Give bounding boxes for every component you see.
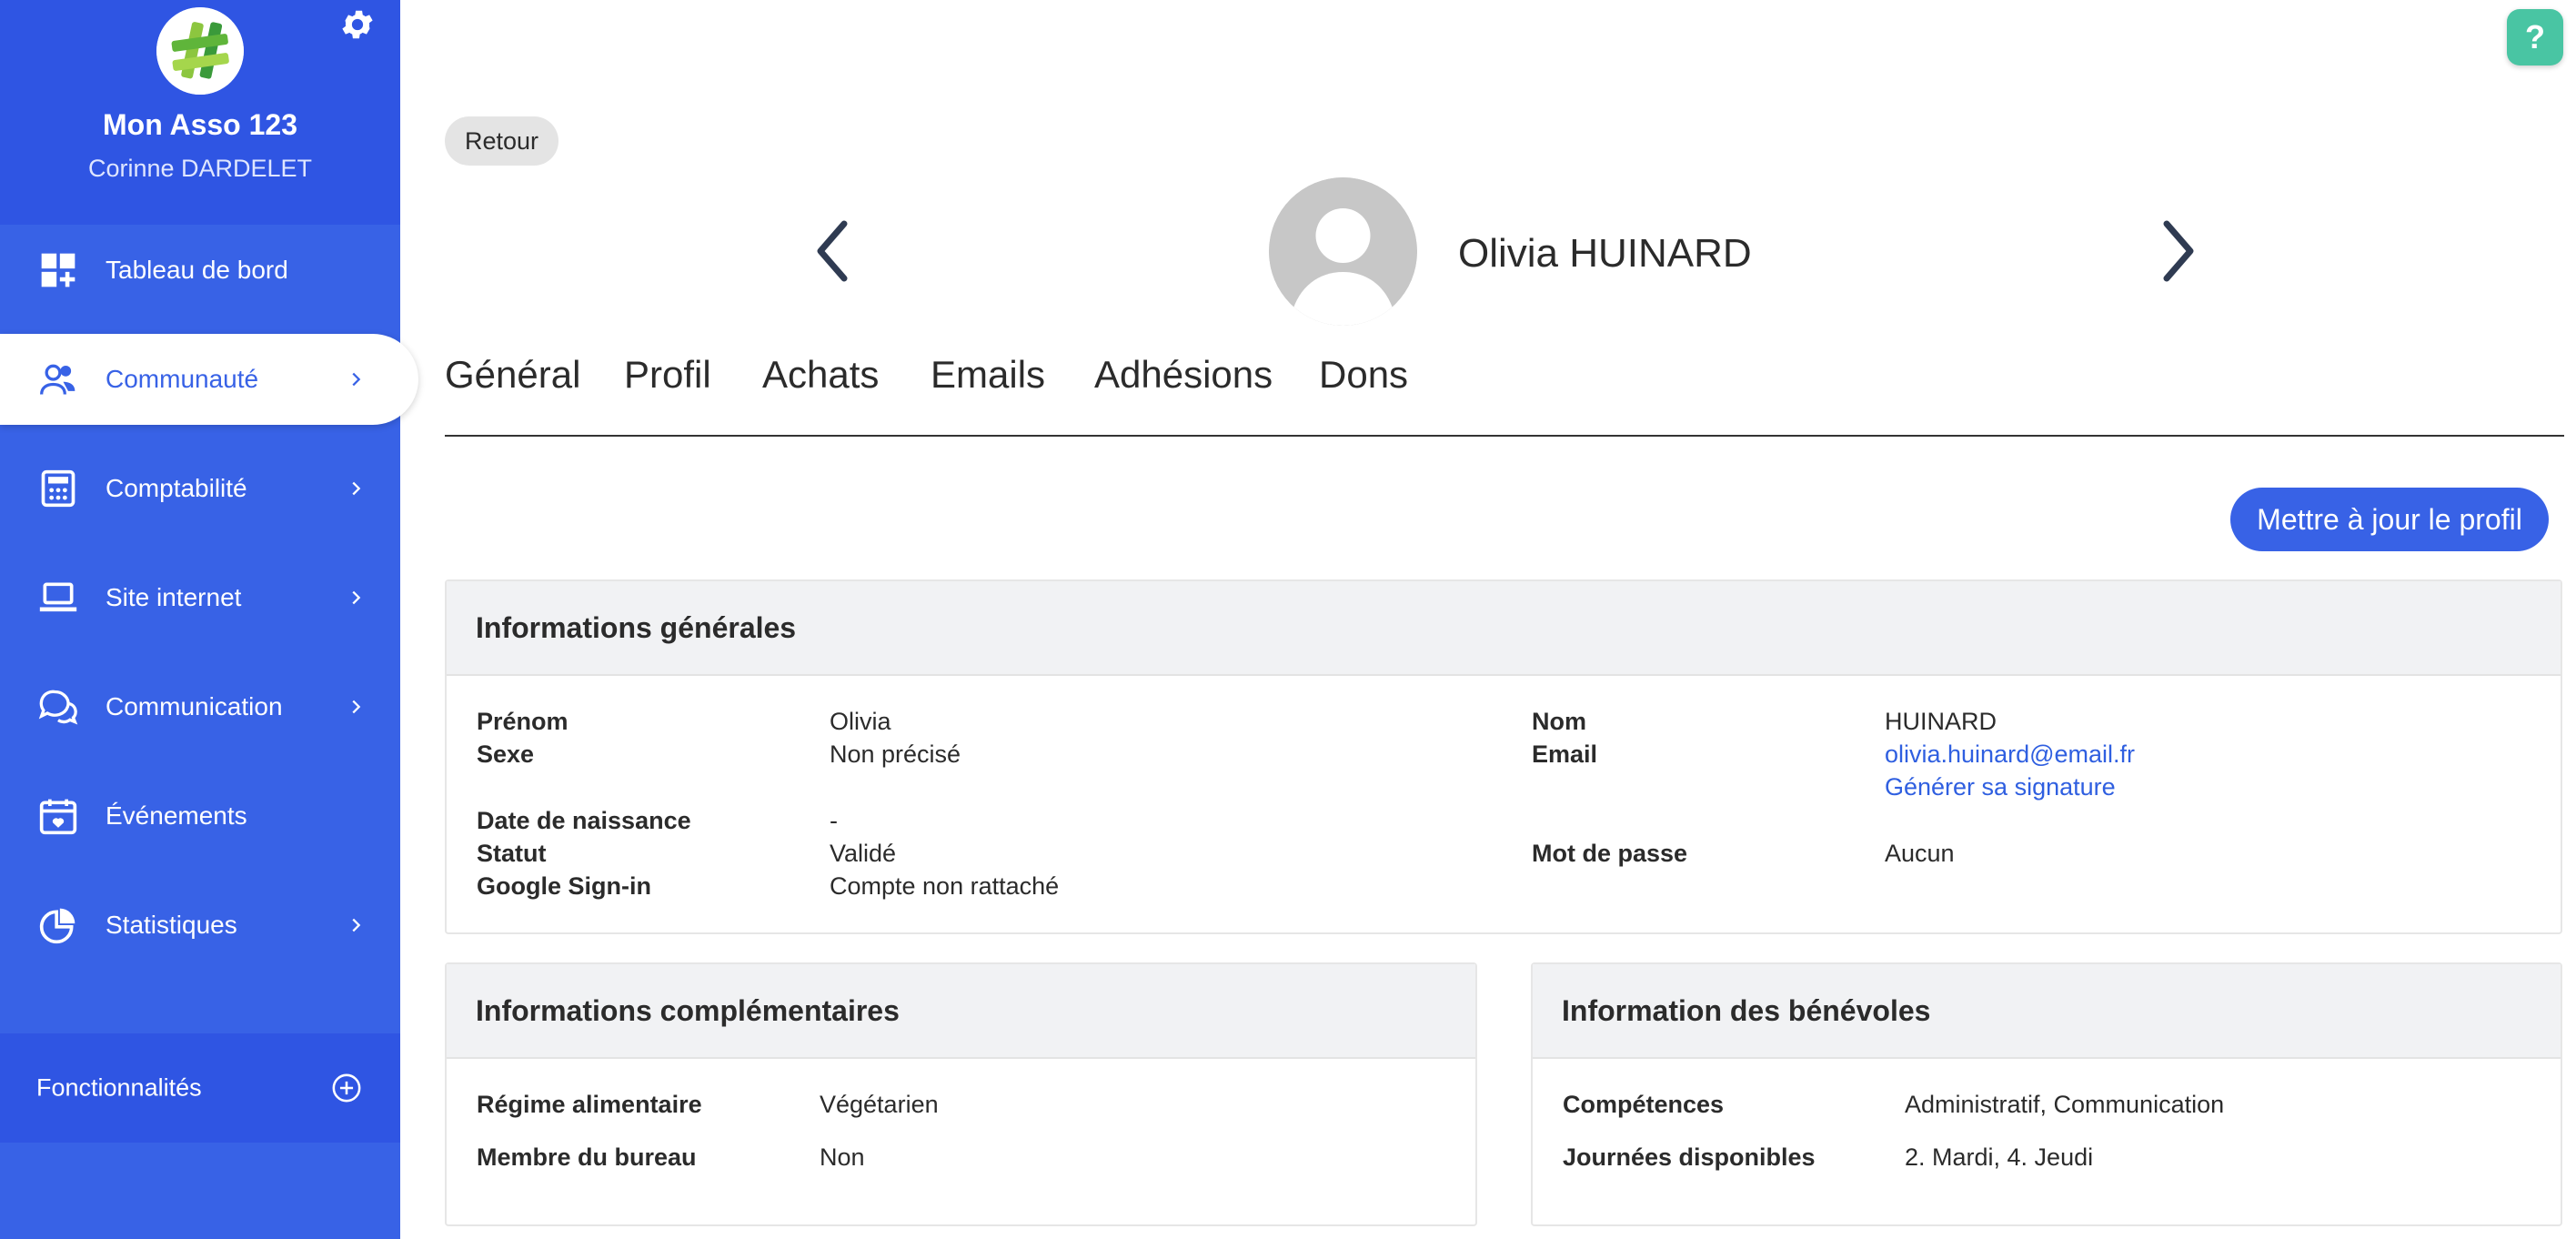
laptop-icon	[39, 582, 77, 612]
sidebar-item-label: Événements	[106, 801, 247, 830]
sidebar-item-communication[interactable]: Communication	[0, 661, 400, 752]
chevron-right-icon	[2163, 220, 2194, 282]
organization-name: Mon Asso 123	[103, 108, 297, 141]
sidebar-item-tableau-de-bord[interactable]: Tableau de bord	[0, 225, 400, 316]
chevron-right-icon	[352, 372, 361, 387]
field-value-statut: Validé	[830, 840, 897, 867]
field-value-journees: 2. Mardi, 4. Jeudi	[1905, 1143, 2094, 1171]
sidebar-header: Mon Asso 123 Corinne DARDELET	[0, 0, 400, 225]
calendar-icon	[39, 799, 77, 835]
field-label-journees: Journées disponibles	[1563, 1143, 1816, 1171]
calculator-icon	[41, 469, 75, 508]
settings-button[interactable]	[338, 5, 377, 44]
general-info-panel: Informations générales Prénom Olivia Sex…	[445, 579, 2562, 934]
next-member-button[interactable]	[2150, 215, 2205, 287]
tab-profil[interactable]: Profil	[624, 353, 711, 397]
chevron-left-icon	[817, 220, 848, 282]
field-label-date-naissance: Date de naissance	[477, 807, 691, 834]
field-label-regime: Régime alimentaire	[477, 1091, 702, 1118]
current-user-name: Corinne DARDELET	[87, 155, 313, 182]
field-value-regime: Végétarien	[820, 1091, 939, 1118]
user-placeholder-icon	[1269, 177, 1417, 326]
sidebar-item-comptabilite[interactable]: Comptabilité	[0, 443, 400, 534]
member-name: Olivia HUINARD	[1458, 231, 1752, 276]
generate-signature-link[interactable]: Générer sa signature	[1885, 773, 2116, 801]
volunteer-info-panel: Information des bénévoles Compétences Ad…	[1531, 962, 2562, 1226]
field-value-sexe: Non précisé	[830, 740, 961, 768]
sidebar-item-statistiques[interactable]: Statistiques	[0, 880, 400, 971]
tab-dons[interactable]: Dons	[1319, 353, 1408, 397]
plus-circle-icon	[332, 1073, 361, 1103]
sidebar-item-label: Comptabilité	[106, 474, 247, 502]
field-label-statut: Statut	[477, 840, 547, 867]
field-label-email: Email	[1532, 740, 1598, 768]
email-link[interactable]: olivia.huinard@email.fr	[1885, 740, 2135, 769]
users-icon	[40, 364, 75, 395]
organization-logo[interactable]	[156, 7, 244, 95]
panel-title: Information des bénévoles	[1533, 964, 2561, 1059]
features-label: Fonctionnalités	[36, 1073, 202, 1102]
back-button[interactable]: Retour	[445, 116, 559, 166]
chevron-right-icon	[352, 700, 361, 714]
sidebar-item-label: Communication	[106, 692, 283, 720]
help-button[interactable]: ?	[2507, 9, 2563, 65]
field-value-google-signin: Compte non rattaché	[830, 872, 1060, 900]
update-profile-button[interactable]: Mettre à jour le profil	[2230, 488, 2549, 551]
field-label-mot-de-passe: Mot de passe	[1532, 840, 1688, 867]
profile-tabs: Général Profil Achats Emails Adhésions D…	[445, 346, 2564, 437]
tab-general[interactable]: Général	[445, 353, 580, 397]
field-value-prenom: Olivia	[830, 708, 891, 735]
chevron-right-icon	[352, 918, 361, 932]
features-button[interactable]: Fonctionnalités	[0, 1033, 400, 1143]
field-value-membre-bureau: Non	[820, 1143, 865, 1171]
field-value-competences: Administratif, Communication	[1905, 1091, 2225, 1118]
tab-emails[interactable]: Emails	[931, 353, 1045, 397]
sidebar-item-label: Communauté	[106, 365, 259, 393]
gear-icon	[342, 10, 373, 39]
sidebar: Mon Asso 123 Corinne DARDELET Tableau de…	[0, 0, 418, 1239]
field-value-date-naissance: -	[830, 807, 838, 834]
field-label-membre-bureau: Membre du bureau	[477, 1143, 697, 1171]
sidebar-item-label: Statistiques	[106, 911, 237, 939]
sidebar-item-evenements[interactable]: Événements	[0, 771, 400, 861]
pie-chart-icon	[39, 908, 75, 944]
tab-adhesions[interactable]: Adhésions	[1094, 353, 1273, 397]
sidebar-item-label: Site internet	[106, 583, 242, 611]
member-avatar	[1269, 177, 1417, 326]
panel-title: Informations complémentaires	[447, 964, 1475, 1059]
field-label-competences: Compétences	[1563, 1091, 1725, 1118]
field-value-nom: HUINARD	[1885, 708, 1997, 735]
field-value-mot-de-passe: Aucun	[1885, 840, 1955, 867]
hashtag-logo-icon	[156, 7, 244, 95]
field-label-nom: Nom	[1532, 708, 1586, 735]
tab-achats[interactable]: Achats	[762, 353, 879, 397]
dashboard-icon	[41, 253, 75, 287]
chevron-right-icon	[352, 590, 361, 605]
chat-icon	[38, 690, 78, 725]
sidebar-item-communaute[interactable]: Communauté	[0, 334, 418, 425]
panel-title: Informations générales	[447, 581, 2561, 676]
previous-member-button[interactable]	[806, 215, 860, 287]
field-label-google-signin: Google Sign-in	[477, 872, 651, 900]
sidebar-item-site-internet[interactable]: Site internet	[0, 552, 400, 643]
additional-info-panel: Informations complémentaires Régime alim…	[445, 962, 1477, 1226]
sidebar-item-label: Tableau de bord	[106, 256, 288, 284]
field-label-prenom: Prénom	[477, 708, 569, 735]
field-label-sexe: Sexe	[477, 740, 535, 768]
chevron-right-icon	[352, 481, 361, 496]
